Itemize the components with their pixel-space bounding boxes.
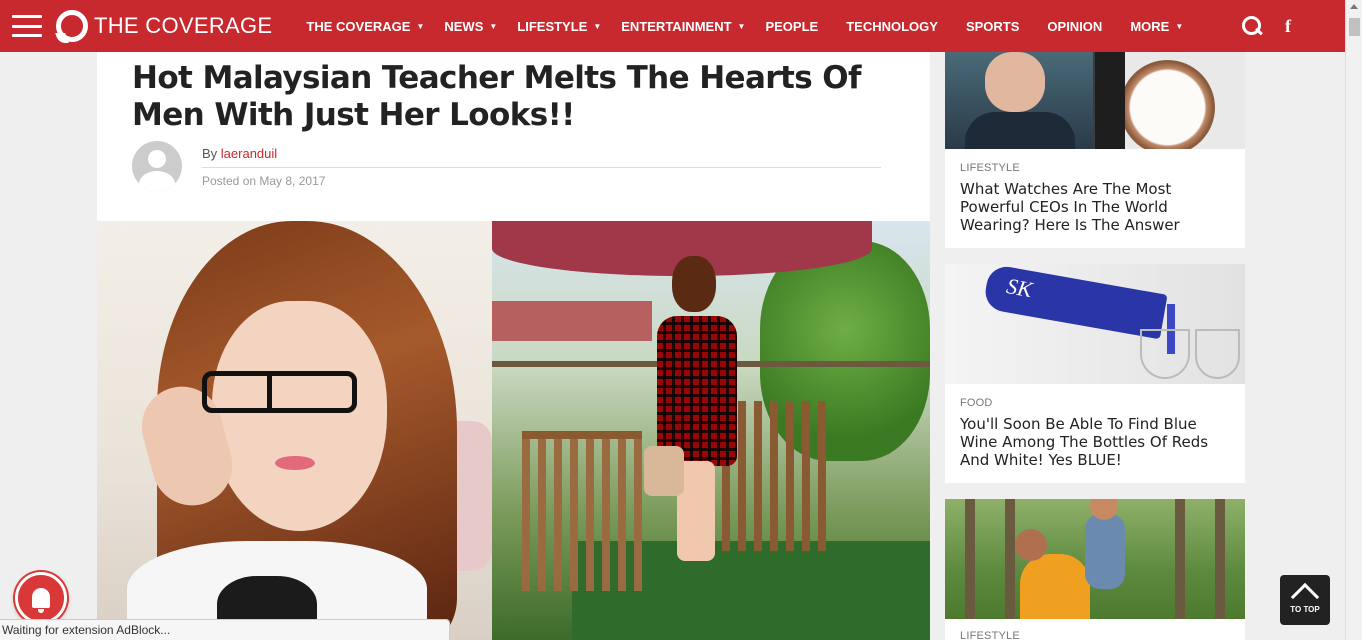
sidebar-card[interactable]: FOOD You'll Soon Be Able To Find Blue Wi… — [945, 264, 1245, 483]
author-link[interactable]: laeranduil — [221, 146, 277, 161]
byline-divider — [202, 167, 881, 168]
top-nav-bar: THE COVERAGE THE COVERAGE ▼ NEWS ▼ LIFESTY… — [0, 0, 1345, 52]
card-thumbnail[interactable] — [945, 499, 1245, 619]
nav-item-lifestyle[interactable]: LIFESTYLE ▼ — [517, 19, 601, 34]
nav-item-the-coverage[interactable]: THE COVERAGE ▼ — [306, 19, 424, 34]
card-title[interactable]: You'll Soon Be Able To Find Blue Wine Am… — [960, 415, 1235, 469]
to-top-button[interactable]: TO TOP — [1280, 575, 1330, 625]
sidebar-card[interactable]: LIFESTYLE — [945, 499, 1245, 640]
article-photo-selfie — [97, 221, 492, 640]
nav-item-technology[interactable]: TECHNOLOGY — [846, 19, 938, 34]
site-logo[interactable]: THE COVERAGE — [56, 10, 272, 42]
logo-speech-bubble-icon — [56, 10, 88, 42]
card-category[interactable]: FOOD — [960, 397, 993, 409]
author-avatar[interactable] — [132, 141, 182, 191]
page-scrollbar[interactable] — [1345, 0, 1362, 640]
scrollbar-thumb[interactable] — [1349, 18, 1360, 36]
nav-item-news[interactable]: NEWS ▼ — [444, 19, 497, 34]
sidebar-card[interactable]: LIFESTYLE What Watches Are The Most Powe… — [945, 52, 1245, 248]
nav-label: LIFESTYLE — [517, 18, 588, 34]
nav-label: PEOPLE — [765, 18, 819, 34]
nav-item-entertainment[interactable]: ENTERTAINMENT ▼ — [621, 19, 745, 34]
post-date: Posted on May 8, 2017 — [202, 174, 326, 188]
nav-label: THE COVERAGE — [306, 18, 411, 34]
to-top-label: TO TOP — [1290, 605, 1320, 614]
header-actions: f — [1241, 0, 1291, 52]
nav-item-more[interactable]: MORE ▼ — [1130, 19, 1183, 34]
chevron-down-icon: ▼ — [489, 21, 498, 31]
browser-status-bar: Waiting for extension AdBlock... — [0, 619, 450, 640]
nav-label: ENTERTAINMENT — [621, 18, 732, 34]
nav-label: MORE — [1130, 18, 1170, 34]
article-main: Hot Malaysian Teacher Melts The Hearts O… — [97, 52, 930, 640]
card-thumbnail[interactable] — [945, 264, 1245, 384]
chevron-down-icon: ▼ — [737, 21, 746, 31]
nav-label: OPINION — [1047, 18, 1103, 34]
chevron-down-icon: ▼ — [1175, 21, 1184, 31]
by-prefix: By — [202, 146, 218, 161]
card-thumbnail[interactable] — [945, 52, 1245, 149]
nav-label: SPORTS — [965, 18, 1020, 34]
article-title: Hot Malaysian Teacher Melts The Hearts O… — [132, 60, 861, 133]
facebook-icon[interactable]: f — [1285, 16, 1291, 37]
nav-item-opinion[interactable]: OPINION — [1047, 19, 1102, 34]
nav-label: TECHNOLOGY — [846, 18, 938, 34]
notification-bell-button[interactable] — [15, 572, 67, 624]
nav-label: NEWS — [444, 18, 484, 34]
card-category[interactable]: LIFESTYLE — [960, 162, 1020, 174]
card-category[interactable]: LIFESTYLE — [960, 630, 1020, 640]
nav-item-sports[interactable]: SPORTS — [966, 19, 1019, 34]
byline: By laeranduil — [202, 146, 277, 161]
article-photo-balcony — [492, 221, 930, 640]
chevron-down-icon: ▼ — [416, 21, 425, 31]
main-nav: THE COVERAGE ▼ NEWS ▼ LIFESTYLE ▼ ENTERTAIN… — [306, 19, 1203, 34]
search-icon[interactable] — [1241, 15, 1263, 37]
card-title[interactable]: What Watches Are The Most Powerful CEOs … — [960, 180, 1235, 234]
nav-item-people[interactable]: PEOPLE — [765, 19, 818, 34]
scroll-up-arrow-icon[interactable] — [1350, 4, 1358, 9]
menu-hamburger-icon[interactable] — [12, 15, 42, 37]
bell-icon — [32, 588, 50, 613]
chevron-down-icon: ▼ — [593, 21, 602, 31]
logo-text: THE COVERAGE — [94, 13, 273, 38]
